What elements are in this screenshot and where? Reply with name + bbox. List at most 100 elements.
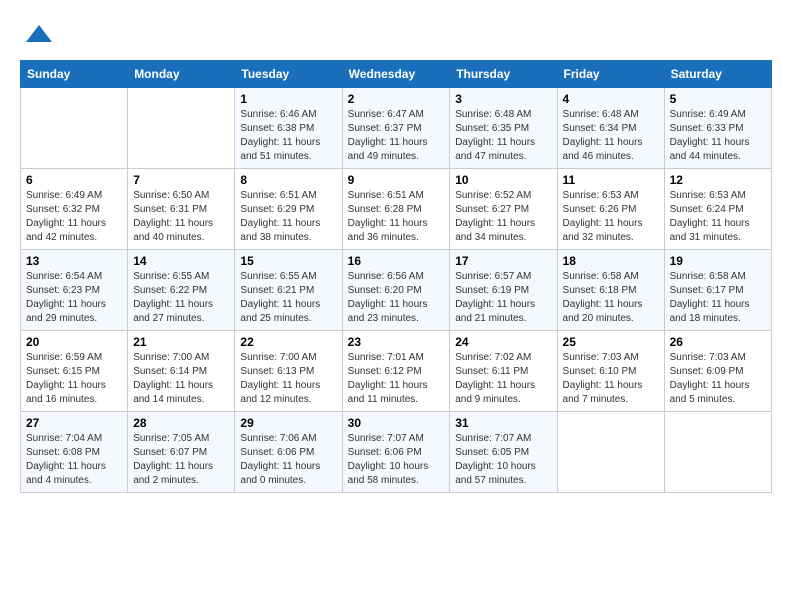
day-number: 9 (348, 173, 445, 187)
sunset-text: Sunset: 6:17 PM (670, 284, 766, 298)
sunrise-text: Sunrise: 7:07 AM (348, 432, 445, 446)
calendar-cell: 29 Sunrise: 7:06 AM Sunset: 6:06 PM Dayl… (235, 412, 342, 493)
sunset-text: Sunset: 6:10 PM (563, 365, 659, 379)
daylight-text: Daylight: 11 hours and 2 minutes. (133, 460, 229, 488)
sunset-text: Sunset: 6:31 PM (133, 203, 229, 217)
day-number: 10 (455, 173, 551, 187)
sunrise-text: Sunrise: 7:04 AM (26, 432, 122, 446)
sunrise-text: Sunrise: 6:47 AM (348, 108, 445, 122)
sunrise-text: Sunrise: 6:51 AM (348, 189, 445, 203)
sunset-text: Sunset: 6:20 PM (348, 284, 445, 298)
day-number: 30 (348, 416, 445, 430)
day-info: Sunrise: 6:53 AM Sunset: 6:24 PM Dayligh… (670, 189, 766, 245)
daylight-text: Daylight: 11 hours and 20 minutes. (563, 298, 659, 326)
calendar-cell (128, 88, 235, 169)
daylight-text: Daylight: 11 hours and 5 minutes. (670, 379, 766, 407)
daylight-text: Daylight: 11 hours and 32 minutes. (563, 217, 659, 245)
calendar-cell: 31 Sunrise: 7:07 AM Sunset: 6:05 PM Dayl… (450, 412, 557, 493)
sunrise-text: Sunrise: 6:54 AM (26, 270, 122, 284)
sunset-text: Sunset: 6:11 PM (455, 365, 551, 379)
daylight-text: Daylight: 11 hours and 36 minutes. (348, 217, 445, 245)
sunrise-text: Sunrise: 6:53 AM (563, 189, 659, 203)
calendar-cell: 7 Sunrise: 6:50 AM Sunset: 6:31 PM Dayli… (128, 169, 235, 250)
daylight-text: Daylight: 11 hours and 40 minutes. (133, 217, 229, 245)
sunrise-text: Sunrise: 6:57 AM (455, 270, 551, 284)
sunrise-text: Sunrise: 6:48 AM (563, 108, 659, 122)
day-number: 13 (26, 254, 122, 268)
logo-icon (24, 20, 54, 50)
day-number: 5 (670, 92, 766, 106)
day-number: 26 (670, 335, 766, 349)
weekday-header-cell: Saturday (664, 61, 771, 88)
day-info: Sunrise: 7:03 AM Sunset: 6:09 PM Dayligh… (670, 351, 766, 407)
calendar-cell: 4 Sunrise: 6:48 AM Sunset: 6:34 PM Dayli… (557, 88, 664, 169)
day-info: Sunrise: 6:47 AM Sunset: 6:37 PM Dayligh… (348, 108, 445, 164)
sunrise-text: Sunrise: 7:05 AM (133, 432, 229, 446)
sunrise-text: Sunrise: 6:49 AM (670, 108, 766, 122)
sunrise-text: Sunrise: 7:01 AM (348, 351, 445, 365)
daylight-text: Daylight: 11 hours and 44 minutes. (670, 136, 766, 164)
weekday-header-cell: Wednesday (342, 61, 450, 88)
calendar-cell: 25 Sunrise: 7:03 AM Sunset: 6:10 PM Dayl… (557, 331, 664, 412)
sunset-text: Sunset: 6:07 PM (133, 446, 229, 460)
day-info: Sunrise: 7:00 AM Sunset: 6:13 PM Dayligh… (240, 351, 336, 407)
day-number: 1 (240, 92, 336, 106)
calendar-cell: 5 Sunrise: 6:49 AM Sunset: 6:33 PM Dayli… (664, 88, 771, 169)
sunrise-text: Sunrise: 6:55 AM (133, 270, 229, 284)
day-info: Sunrise: 6:48 AM Sunset: 6:34 PM Dayligh… (563, 108, 659, 164)
calendar-cell: 11 Sunrise: 6:53 AM Sunset: 6:26 PM Dayl… (557, 169, 664, 250)
day-number: 18 (563, 254, 659, 268)
daylight-text: Daylight: 11 hours and 34 minutes. (455, 217, 551, 245)
day-info: Sunrise: 6:52 AM Sunset: 6:27 PM Dayligh… (455, 189, 551, 245)
day-info: Sunrise: 6:57 AM Sunset: 6:19 PM Dayligh… (455, 270, 551, 326)
daylight-text: Daylight: 11 hours and 25 minutes. (240, 298, 336, 326)
daylight-text: Daylight: 11 hours and 18 minutes. (670, 298, 766, 326)
day-number: 23 (348, 335, 445, 349)
daylight-text: Daylight: 11 hours and 12 minutes. (240, 379, 336, 407)
daylight-text: Daylight: 11 hours and 7 minutes. (563, 379, 659, 407)
logo (20, 20, 54, 50)
daylight-text: Daylight: 11 hours and 49 minutes. (348, 136, 445, 164)
day-number: 6 (26, 173, 122, 187)
daylight-text: Daylight: 11 hours and 0 minutes. (240, 460, 336, 488)
calendar-cell: 1 Sunrise: 6:46 AM Sunset: 6:38 PM Dayli… (235, 88, 342, 169)
day-info: Sunrise: 7:04 AM Sunset: 6:08 PM Dayligh… (26, 432, 122, 488)
weekday-header-cell: Monday (128, 61, 235, 88)
daylight-text: Daylight: 10 hours and 58 minutes. (348, 460, 445, 488)
sunset-text: Sunset: 6:26 PM (563, 203, 659, 217)
page-header (20, 20, 772, 50)
calendar-week-row: 13 Sunrise: 6:54 AM Sunset: 6:23 PM Dayl… (21, 250, 772, 331)
day-number: 15 (240, 254, 336, 268)
sunrise-text: Sunrise: 7:07 AM (455, 432, 551, 446)
calendar-week-row: 20 Sunrise: 6:59 AM Sunset: 6:15 PM Dayl… (21, 331, 772, 412)
sunset-text: Sunset: 6:27 PM (455, 203, 551, 217)
sunrise-text: Sunrise: 6:53 AM (670, 189, 766, 203)
sunrise-text: Sunrise: 7:03 AM (670, 351, 766, 365)
sunset-text: Sunset: 6:29 PM (240, 203, 336, 217)
sunrise-text: Sunrise: 6:51 AM (240, 189, 336, 203)
sunset-text: Sunset: 6:33 PM (670, 122, 766, 136)
sunrise-text: Sunrise: 7:06 AM (240, 432, 336, 446)
daylight-text: Daylight: 11 hours and 11 minutes. (348, 379, 445, 407)
calendar-cell: 16 Sunrise: 6:56 AM Sunset: 6:20 PM Dayl… (342, 250, 450, 331)
day-number: 31 (455, 416, 551, 430)
sunrise-text: Sunrise: 6:58 AM (670, 270, 766, 284)
daylight-text: Daylight: 11 hours and 27 minutes. (133, 298, 229, 326)
calendar-cell: 15 Sunrise: 6:55 AM Sunset: 6:21 PM Dayl… (235, 250, 342, 331)
calendar-cell: 26 Sunrise: 7:03 AM Sunset: 6:09 PM Dayl… (664, 331, 771, 412)
sunrise-text: Sunrise: 7:00 AM (133, 351, 229, 365)
calendar-week-row: 1 Sunrise: 6:46 AM Sunset: 6:38 PM Dayli… (21, 88, 772, 169)
sunset-text: Sunset: 6:32 PM (26, 203, 122, 217)
calendar-cell: 12 Sunrise: 6:53 AM Sunset: 6:24 PM Dayl… (664, 169, 771, 250)
sunset-text: Sunset: 6:13 PM (240, 365, 336, 379)
calendar-cell: 9 Sunrise: 6:51 AM Sunset: 6:28 PM Dayli… (342, 169, 450, 250)
day-number: 12 (670, 173, 766, 187)
calendar-cell: 14 Sunrise: 6:55 AM Sunset: 6:22 PM Dayl… (128, 250, 235, 331)
sunrise-text: Sunrise: 6:50 AM (133, 189, 229, 203)
day-info: Sunrise: 7:00 AM Sunset: 6:14 PM Dayligh… (133, 351, 229, 407)
calendar-cell: 17 Sunrise: 6:57 AM Sunset: 6:19 PM Dayl… (450, 250, 557, 331)
daylight-text: Daylight: 11 hours and 9 minutes. (455, 379, 551, 407)
calendar-cell: 6 Sunrise: 6:49 AM Sunset: 6:32 PM Dayli… (21, 169, 128, 250)
daylight-text: Daylight: 11 hours and 42 minutes. (26, 217, 122, 245)
sunset-text: Sunset: 6:23 PM (26, 284, 122, 298)
